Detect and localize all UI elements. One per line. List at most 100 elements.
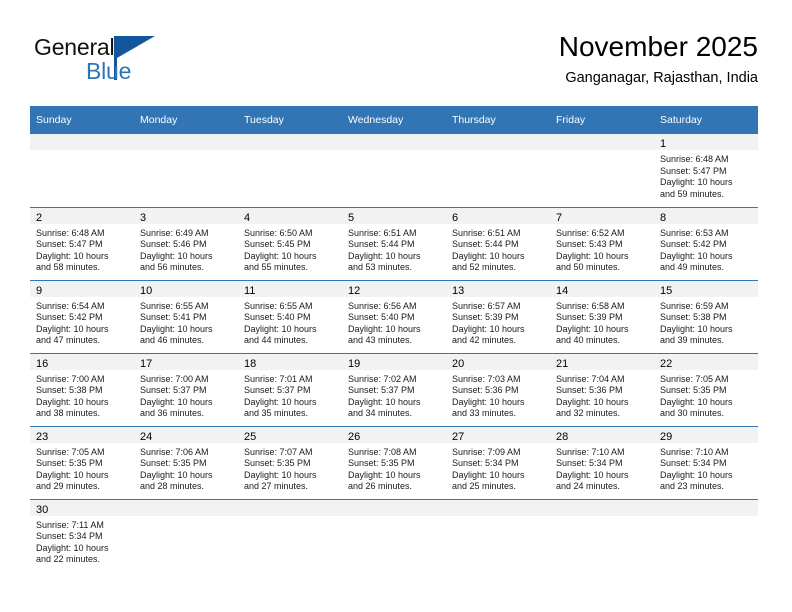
calendar-day-cell-empty [550,134,654,207]
calendar-day-cell[interactable]: 2 Sunrise: 6:48 AM Sunset: 5:47 PM Daylight… [30,206,134,280]
calendar-day-cell[interactable]: 30 Sunrise: 7:11 AM Sunset: 5:34 PM Dayligh… [30,498,134,572]
calendar-day-cell[interactable]: 4 Sunrise: 6:50 AM Sunset: 5:45 PM Daylight… [238,206,342,280]
calendar-week-row: 16 Sunrise: 7:00 AM Sunset: 5:38 PM Dayligh… [30,352,758,426]
day-number: 26 [342,426,446,443]
day-number: 5 [342,207,446,224]
general-blue-logo[interactable]: General Blue [34,34,234,90]
day-number [134,134,238,150]
calendar-day-cell-empty [30,134,134,207]
calendar-day-cell[interactable]: 29 Sunrise: 7:10 AM Sunset: 5:34 PM Dayligh… [654,425,758,499]
calendar-week-row: 23 Sunrise: 7:05 AM Sunset: 5:35 PM Dayligh… [30,425,758,499]
day-details: Sunrise: 6:56 AM Sunset: 5:40 PM Daylight:… [342,297,446,347]
sunrise-text: Sunrise: 6:56 AM [348,300,417,311]
sunrise-text: Sunrise: 6:48 AM [660,154,729,164]
day-details: Sunrise: 6:59 AM Sunset: 5:38 PM Daylight:… [654,297,758,347]
day-number: 7 [550,207,654,224]
logo-text-blue: Blue [86,58,132,84]
daylight-text-line1: Daylight: 10 hours [36,469,109,480]
daylight-text-line1: Daylight: 10 hours [556,250,629,261]
calendar-day-cell[interactable]: 19 Sunrise: 7:02 AM Sunset: 5:37 PM Dayligh… [342,352,446,426]
calendar-day-cell[interactable]: 10 Sunrise: 6:55 AM Sunset: 5:41 PM Dayligh… [134,279,238,353]
daylight-text-line2: and 30 minutes. [660,408,725,419]
calendar-day-cell[interactable]: 18 Sunrise: 7:01 AM Sunset: 5:37 PM Dayligh… [238,352,342,426]
sunrise-text: Sunrise: 6:52 AM [556,227,625,238]
calendar-day-cell[interactable]: 3 Sunrise: 6:49 AM Sunset: 5:46 PM Daylight… [134,206,238,280]
daylight-text-line1: Daylight: 10 hours [140,323,213,334]
sunrise-text: Sunrise: 7:08 AM [348,446,417,457]
sunrise-text: Sunrise: 7:09 AM [452,446,521,457]
calendar-day-cell[interactable]: 6 Sunrise: 6:51 AM Sunset: 5:44 PM Daylight… [446,206,550,280]
calendar-day-cell[interactable]: 1 Sunrise: 6:48 AM Sunset: 5:47 PM Daylight… [654,134,758,207]
calendar-day-cell[interactable]: 11 Sunrise: 6:55 AM Sunset: 5:40 PM Dayligh… [238,279,342,353]
day-number: 12 [342,280,446,297]
sunrise-text: Sunrise: 6:51 AM [348,227,417,238]
calendar-day-cell[interactable]: 28 Sunrise: 7:10 AM Sunset: 5:34 PM Dayligh… [550,425,654,499]
daylight-text-line2: and 22 minutes. [36,554,101,565]
day-details: Sunrise: 6:51 AM Sunset: 5:44 PM Daylight:… [446,224,550,274]
sunrise-text: Sunrise: 7:10 AM [660,446,729,457]
calendar-day-cell[interactable]: 27 Sunrise: 7:09 AM Sunset: 5:34 PM Dayligh… [446,425,550,499]
daylight-text-line1: Daylight: 10 hours [140,469,213,480]
sunset-text: Sunset: 5:45 PM [244,239,311,250]
day-details: Sunrise: 7:03 AM Sunset: 5:36 PM Daylight:… [446,370,550,420]
daylight-text-line2: and 24 minutes. [556,481,621,492]
daylight-text-line2: and 34 minutes. [348,408,413,419]
daylight-text-line2: and 44 minutes. [244,335,309,346]
day-details: Sunrise: 7:00 AM Sunset: 5:38 PM Daylight:… [30,370,134,420]
calendar-day-cell[interactable]: 8 Sunrise: 6:53 AM Sunset: 5:42 PM Daylight… [654,206,758,280]
calendar-day-cell[interactable]: 17 Sunrise: 7:00 AM Sunset: 5:37 PM Dayligh… [134,352,238,426]
calendar-page: General Blue November 2025 Ganganagar, R… [0,0,792,612]
day-details: Sunrise: 7:08 AM Sunset: 5:35 PM Daylight:… [342,443,446,493]
daylight-text-line1: Daylight: 10 hours [452,250,525,261]
sunset-text: Sunset: 5:35 PM [36,458,103,469]
day-details: Sunrise: 6:55 AM Sunset: 5:40 PM Daylight:… [238,297,342,347]
daylight-text-line1: Daylight: 10 hours [140,396,213,407]
calendar-day-cell[interactable]: 16 Sunrise: 7:00 AM Sunset: 5:38 PM Dayligh… [30,352,134,426]
calendar-day-cell[interactable]: 23 Sunrise: 7:05 AM Sunset: 5:35 PM Dayligh… [30,425,134,499]
daylight-text-line2: and 32 minutes. [556,408,621,419]
calendar-day-cell-empty [134,498,238,572]
sunset-text: Sunset: 5:37 PM [244,385,311,396]
calendar-day-cell[interactable]: 15 Sunrise: 6:59 AM Sunset: 5:38 PM Dayligh… [654,279,758,353]
daylight-text-line2: and 38 minutes. [36,408,101,419]
day-number: 3 [134,207,238,224]
day-number: 15 [654,280,758,297]
calendar-day-cell[interactable]: 20 Sunrise: 7:03 AM Sunset: 5:36 PM Dayligh… [446,352,550,426]
calendar-week-row: 9 Sunrise: 6:54 AM Sunset: 5:42 PM Daylight… [30,279,758,353]
daylight-text-line2: and 25 minutes. [452,481,517,492]
weekday-header-saturday: Saturday [654,106,758,134]
calendar-day-cell[interactable]: 5 Sunrise: 6:51 AM Sunset: 5:44 PM Daylight… [342,206,446,280]
sunrise-text: Sunrise: 7:00 AM [36,373,105,384]
calendar-day-cell[interactable]: 13 Sunrise: 6:57 AM Sunset: 5:39 PM Dayligh… [446,279,550,353]
weekday-header-tuesday: Tuesday [238,106,342,134]
day-number [342,134,446,150]
day-details: Sunrise: 7:06 AM Sunset: 5:35 PM Daylight:… [134,443,238,493]
calendar-day-cell[interactable]: 9 Sunrise: 6:54 AM Sunset: 5:42 PM Daylight… [30,279,134,353]
daylight-text-line2: and 55 minutes. [244,262,309,273]
day-number [446,499,550,516]
day-details: Sunrise: 6:57 AM Sunset: 5:39 PM Daylight:… [446,297,550,347]
calendar-day-cell[interactable]: 24 Sunrise: 7:06 AM Sunset: 5:35 PM Dayligh… [134,425,238,499]
daylight-text-line1: Daylight: 10 hours [244,469,317,480]
page-subtitle: Ganganagar, Rajasthan, India [565,70,758,86]
day-details: Sunrise: 7:11 AM Sunset: 5:34 PM Daylight:… [30,516,134,566]
calendar-day-cell[interactable]: 26 Sunrise: 7:08 AM Sunset: 5:35 PM Dayligh… [342,425,446,499]
sunset-text: Sunset: 5:44 PM [348,239,415,250]
calendar-day-cell[interactable]: 22 Sunrise: 7:05 AM Sunset: 5:35 PM Dayligh… [654,352,758,426]
calendar-day-cell[interactable]: 7 Sunrise: 6:52 AM Sunset: 5:43 PM Daylight… [550,206,654,280]
day-number [134,499,238,516]
calendar-day-cell-empty [342,134,446,207]
calendar-day-cell[interactable]: 14 Sunrise: 6:58 AM Sunset: 5:39 PM Dayligh… [550,279,654,353]
sunset-text: Sunset: 5:38 PM [660,312,727,323]
daylight-text-line1: Daylight: 10 hours [348,250,421,261]
sunrise-text: Sunrise: 6:55 AM [244,300,313,311]
calendar-day-cell[interactable]: 21 Sunrise: 7:04 AM Sunset: 5:36 PM Dayligh… [550,352,654,426]
calendar-day-cell-empty [342,498,446,572]
sunset-text: Sunset: 5:46 PM [140,239,207,250]
calendar-day-cell[interactable]: 25 Sunrise: 7:07 AM Sunset: 5:35 PM Dayligh… [238,425,342,499]
sunrise-text: Sunrise: 6:55 AM [140,300,209,311]
calendar-day-cell[interactable]: 12 Sunrise: 6:56 AM Sunset: 5:40 PM Dayligh… [342,279,446,353]
daylight-text-line2: and 27 minutes. [244,481,309,492]
day-details: Sunrise: 7:02 AM Sunset: 5:37 PM Daylight:… [342,370,446,420]
calendar-header-row: Sunday Monday Tuesday Wednesday Thursday… [30,106,758,134]
